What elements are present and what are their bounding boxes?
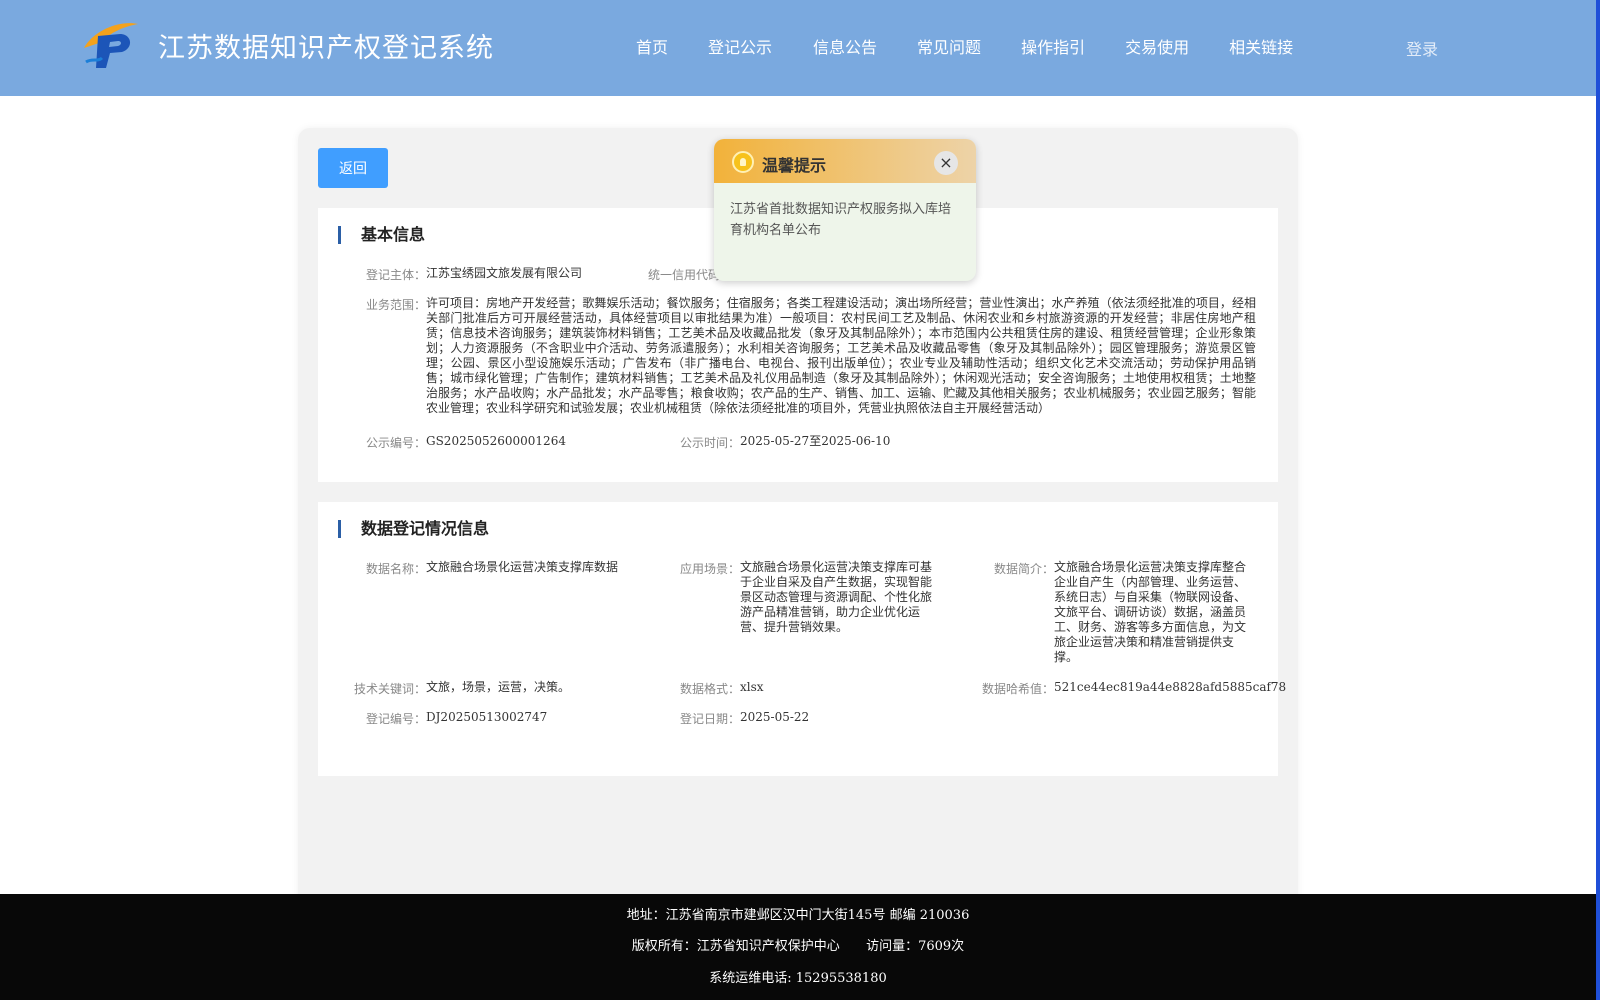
- data-name-label: 数据名称：: [365, 562, 426, 576]
- nav-links[interactable]: 相关链接: [1229, 34, 1293, 58]
- scope-value: 许可项目：房地产开发经营；歌舞娱乐活动；餐饮服务；住宿服务；各类工程建设活动；演…: [426, 296, 1256, 415]
- nav-trade-use[interactable]: 交易使用: [1125, 34, 1189, 58]
- data-registration-panel: 数据登记情况信息 数据名称： 文旅融合场景化运营决策支撑库数据 应用场景： 文旅…: [318, 502, 1286, 776]
- footer-copyright: 版权所有：江苏省知识产权保护中心: [631, 939, 840, 954]
- site-title: 江苏数据知识产权登记系统: [158, 33, 494, 64]
- reg-date-value: 2025-05-22: [740, 710, 810, 724]
- scene-value: 文旅融合场景化运营决策支撑库可基于企业自采及自产生数据，实现智能景区动态管理与资…: [740, 560, 933, 634]
- popup-message-link[interactable]: 江苏省首批数据知识产权服务拟入库培育机构名单公布: [714, 183, 976, 241]
- nav-registration-notice[interactable]: 登记公示: [708, 34, 772, 58]
- notice-time-value: 2025-05-27至2025-06-10: [740, 434, 891, 448]
- data-registration-title: 数据登记情况信息: [338, 520, 489, 538]
- top-header: 江苏数据知识产权登记系统 首页 登记公示 信息公告 常见问题 操作指引 交易使用…: [0, 0, 1596, 96]
- notice-no-label: 公示编号：: [365, 436, 426, 450]
- reg-no-label: 登记编号：: [365, 712, 426, 726]
- popup-header: 温馨提示 ×: [714, 139, 976, 183]
- scope-label: 业务范围：: [365, 298, 426, 312]
- notice-popup: 温馨提示 × 江苏省首批数据知识产权服务拟入库培育机构名单公布: [714, 139, 976, 281]
- intro-label: 数据简介：: [993, 562, 1054, 576]
- format-value: xlsx: [740, 680, 764, 694]
- popup-title: 温馨提示: [762, 156, 827, 175]
- page-footer: 地址：江苏省南京市建邺区汉中门大街145号 邮编 210036 版权所有：江苏省…: [0, 894, 1596, 1000]
- footer-copyright-row: 版权所有：江苏省知识产权保护中心 访问量：7609次: [0, 935, 1596, 954]
- nav-info-announcement[interactable]: 信息公告: [813, 34, 877, 58]
- subject-label: 登记主体：: [365, 268, 426, 282]
- scene-label: 应用场景：: [679, 562, 740, 576]
- lightbulb-icon: [732, 151, 754, 173]
- close-icon[interactable]: ×: [934, 151, 958, 175]
- keywords-label: 技术关键词：: [353, 682, 426, 696]
- login-link[interactable]: 登录: [1406, 36, 1438, 60]
- format-label: 数据格式：: [679, 682, 740, 696]
- main-nav: 首页 登记公示 信息公告 常见问题 操作指引 交易使用 相关链接: [636, 34, 1333, 58]
- data-name-value: 文旅融合场景化运营决策支撑库数据: [426, 560, 619, 574]
- notice-time-label: 公示时间：: [679, 436, 740, 450]
- intro-value: 文旅融合场景化运营决策支撑库整合企业自产生（内部管理、业务运营、系统日志）与自采…: [1054, 560, 1247, 664]
- keywords-value: 文旅，场景，运营，决策。: [426, 680, 571, 694]
- notice-no-value: GS2025052600001264: [426, 434, 566, 448]
- nav-guide[interactable]: 操作指引: [1021, 34, 1085, 58]
- page-scrollbar[interactable]: [1596, 0, 1600, 1000]
- nav-faq[interactable]: 常见问题: [917, 34, 981, 58]
- reg-no-value: DJ20250513002747: [426, 710, 548, 724]
- nav-home[interactable]: 首页: [636, 34, 668, 58]
- basic-info-title: 基本信息: [338, 226, 425, 244]
- reg-date-label: 登记日期：: [679, 712, 740, 726]
- site-logo[interactable]: [80, 18, 142, 72]
- subject-value: 江苏宝绣园文旅发展有限公司: [426, 266, 583, 280]
- hash-label: 数据哈希值：: [981, 682, 1054, 696]
- footer-address: 地址：江苏省南京市建邺区汉中门大街145号 邮编 210036: [626, 908, 970, 923]
- footer-phone: 系统运维电话: 15295538180: [709, 971, 887, 986]
- hash-value: 521ce44ec819a44e8828afd5885caf78: [1054, 680, 1287, 694]
- footer-visits: 访问量：7609次: [866, 939, 965, 954]
- back-button[interactable]: 返回: [318, 148, 388, 188]
